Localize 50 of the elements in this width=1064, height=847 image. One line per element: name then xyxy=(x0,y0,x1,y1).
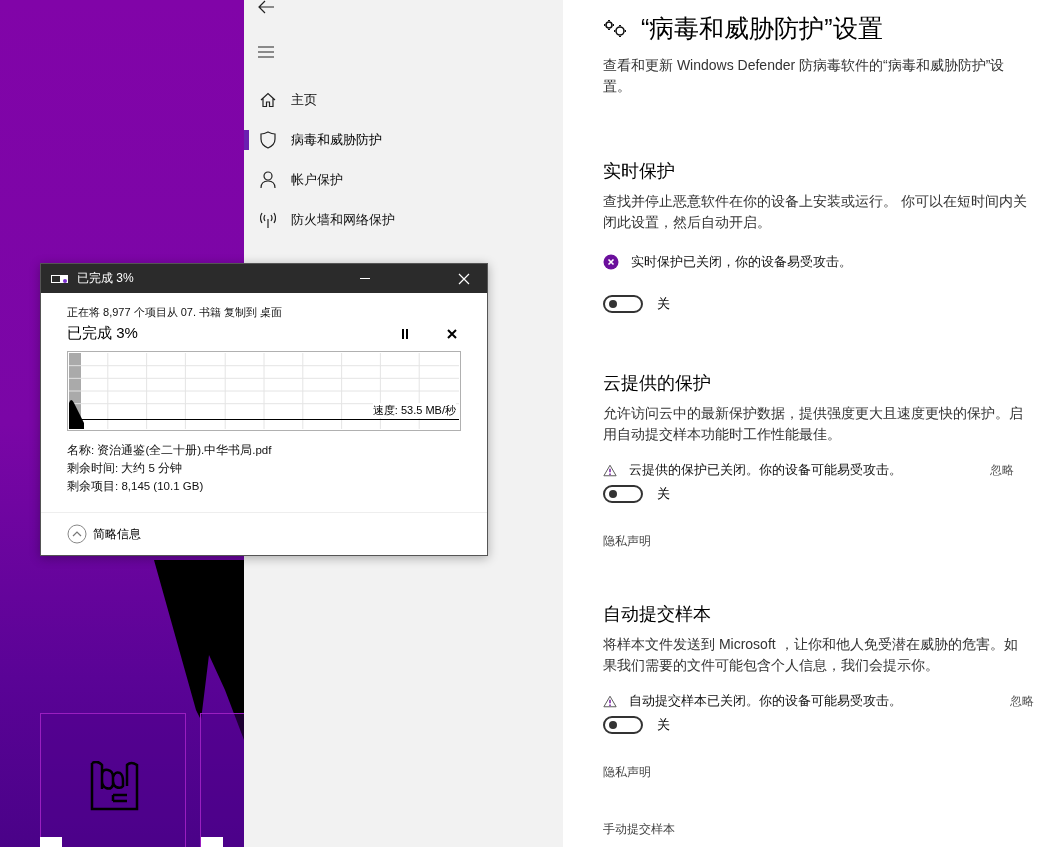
detail-line: 名称: 资治通鉴(全二十册).中华书局.pdf xyxy=(67,443,273,458)
person-icon xyxy=(260,171,276,189)
section-heading: 实时保护 xyxy=(603,160,676,183)
section-description: 允许访问云中的最新保护数据，提供强度更大且速度更快的保护。启用自动提交样本功能时工作性能最佳。 xyxy=(603,404,1024,444)
status-message: 云提供的保护已关闭。你的设备可能易受攻击。 xyxy=(629,461,902,479)
page-title: “病毒和威胁防护”设置 xyxy=(641,13,883,44)
antenna-icon xyxy=(260,211,276,229)
toggle-switch[interactable] xyxy=(603,295,643,313)
status-message: 自动提交样本已关闭。你的设备可能易受攻击。 xyxy=(629,692,902,710)
section-heading: 自动提交样本 xyxy=(603,603,712,626)
privacy-link[interactable]: 隐私声明 xyxy=(603,764,1044,781)
toggle-label: 关 xyxy=(657,716,670,734)
dismiss-link[interactable]: 忽略 xyxy=(990,461,1014,479)
nav-item[interactable]: 防火墙和网络保护 xyxy=(244,200,563,240)
shield-icon xyxy=(260,131,276,149)
pause-icon[interactable] xyxy=(401,328,409,339)
nav-item[interactable]: 病毒和威胁防护 xyxy=(244,120,563,160)
error-icon xyxy=(603,254,619,270)
manual-submit-link[interactable]: 手动提交样本 xyxy=(603,821,1044,838)
warning-icon xyxy=(603,694,617,708)
menu-icon[interactable] xyxy=(258,46,274,58)
status-message: 实时保护已关闭，你的设备易受攻击。 xyxy=(631,253,852,271)
detail-line: 剩余时间: 大约 5 分钟 xyxy=(67,461,184,476)
window-title: 已完成 3% xyxy=(77,270,135,287)
toggle-label: 关 xyxy=(657,295,670,313)
hand-gesture-icon xyxy=(89,761,139,811)
page-description: 查看和更新 Windows Defender 防病毒软件的“病毒和威胁防护”设置。 xyxy=(603,56,1006,96)
section-heading: 云提供的保护 xyxy=(603,372,712,395)
progress-text: 已完成 3% xyxy=(67,324,139,343)
warning-icon xyxy=(603,463,617,477)
toggle-switch[interactable] xyxy=(603,485,643,503)
privacy-link[interactable]: 隐私声明 xyxy=(603,533,1044,550)
desktop-shortcut[interactable] xyxy=(200,713,245,847)
toggle-label: 关 xyxy=(657,485,670,503)
nav-item[interactable]: 主页 xyxy=(244,80,563,120)
fewer-details-button[interactable]: 简略信息 xyxy=(67,524,141,544)
toggle-switch[interactable] xyxy=(603,716,643,734)
speed-label: 速度: 53.5 MB/秒 xyxy=(372,403,456,418)
nav-item[interactable]: 帐户保护 xyxy=(244,160,563,200)
chevron-up-icon xyxy=(67,524,87,544)
section-description: 查找并停止恶意软件在你的设备上安装或运行。 你可以在短时间内关闭此设置，然后自动开启。 xyxy=(603,192,1028,232)
gears-icon xyxy=(603,18,629,39)
dismiss-link[interactable]: 忽略 xyxy=(1010,692,1034,710)
copy-files-icon xyxy=(51,273,69,284)
copy-summary: 正在将 8,977 个项目从 07. 书籍 复制到 桌面 xyxy=(67,305,284,320)
close-icon[interactable] xyxy=(447,328,457,339)
home-icon xyxy=(260,92,276,108)
section-description: 将样本文件发送到 Microsoft ，让你和他人免受潜在威胁的危害。如果我们需要的文件可能包含个人信息，我们会提示你。 xyxy=(603,635,1019,675)
detail-line: 剩余项目: 8,145 (10.1 GB) xyxy=(67,479,205,494)
back-arrow-icon[interactable] xyxy=(257,0,275,14)
